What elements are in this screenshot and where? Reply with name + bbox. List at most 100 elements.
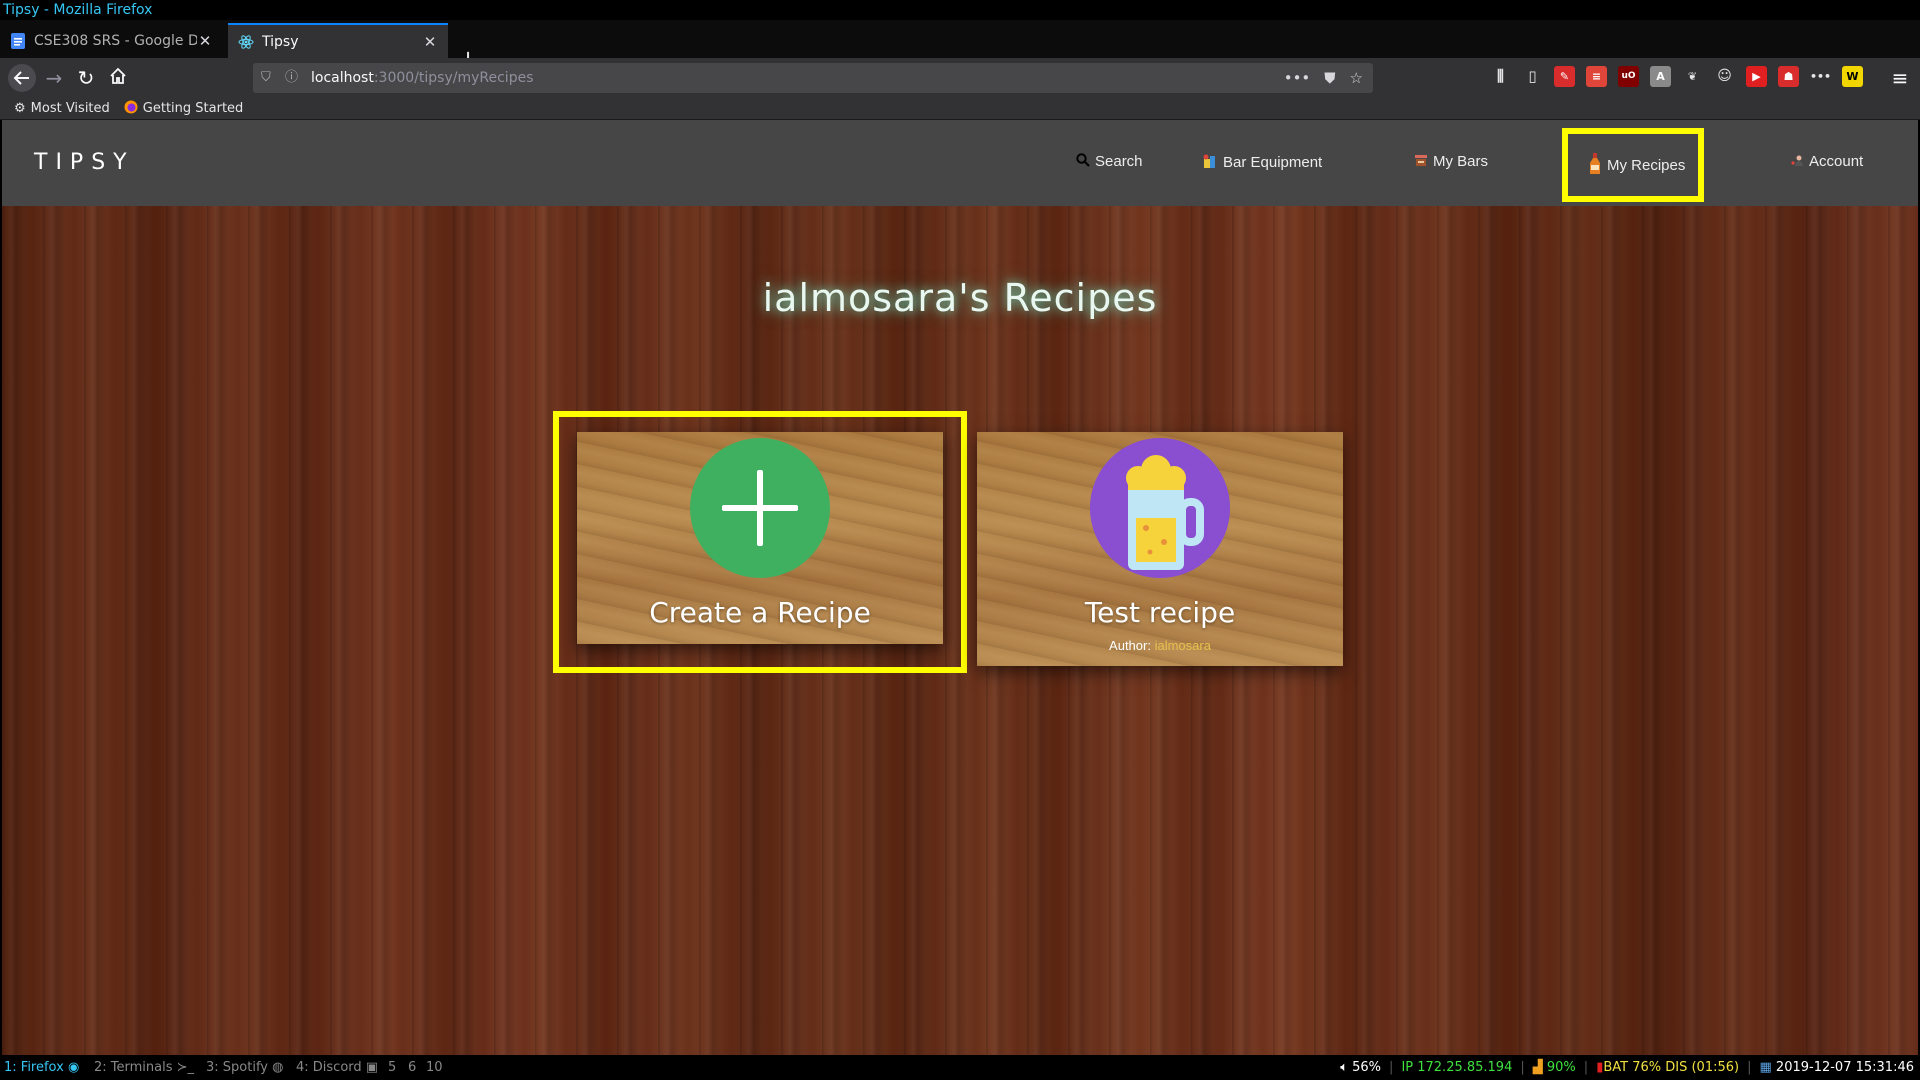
recipe-author: Author: ialmosara: [977, 638, 1343, 653]
react-icon: [238, 34, 254, 50]
battery-value: BAT 76% DIS (01:56): [1603, 1060, 1740, 1075]
window-title: Tipsy - Mozilla Firefox: [0, 0, 1920, 20]
workspace-2[interactable]: 2: Terminals ≻_: [94, 1056, 194, 1080]
nav-account-label: Account: [1809, 153, 1864, 170]
search-icon: [1076, 153, 1090, 170]
site-logo[interactable]: TIPSY: [34, 150, 135, 175]
workspace-4[interactable]: 4: Discord ▣: [296, 1056, 378, 1080]
tab-label: Tipsy: [262, 33, 299, 50]
nav-my-bars-label: My Bars: [1433, 153, 1489, 170]
terminal-icon: ≻_: [176, 1060, 195, 1075]
extension-icons: ⫼ ▯ ✎ ≡ uO A ❦ ☺ ▶ ☗ ••• W: [1490, 66, 1863, 87]
workspace-3[interactable]: 3: Spotify ◍: [206, 1056, 283, 1080]
bookmark-star-icon[interactable]: ☆: [1350, 63, 1363, 93]
beer-mug-icon: [1090, 438, 1230, 578]
recipe-card[interactable]: Test recipe Author: ialmosara: [977, 432, 1343, 666]
page-actions-icon[interactable]: •••: [1284, 63, 1311, 93]
url-bar[interactable]: ⛉ ⓘ localhost:3000/tipsy/myRecipes ••• ⛊…: [253, 63, 1373, 93]
bookmark-getting-started[interactable]: Getting Started: [124, 100, 244, 118]
site-info-icon[interactable]: ⓘ: [285, 63, 298, 93]
calendar-icon: ▦: [1759, 1060, 1772, 1075]
bookmark-most-visited[interactable]: ⚙ Most Visited: [14, 101, 110, 116]
nav-bar-equipment[interactable]: Bar Equipment: [1202, 153, 1322, 172]
forward-button[interactable]: →: [38, 62, 70, 94]
workspace-label: 3: Spotify: [206, 1060, 268, 1075]
url-path: :3000/tipsy/myRecipes: [373, 70, 534, 86]
home-button[interactable]: [102, 62, 134, 94]
workspace-label: 4: Discord: [296, 1060, 362, 1075]
account-extension-icon[interactable]: ☺: [1714, 66, 1735, 87]
wifi-icon: ▟: [1532, 1060, 1543, 1075]
bookmark-label: Most Visited: [30, 101, 110, 116]
wifi-value: 90%: [1546, 1060, 1576, 1075]
close-tab-icon[interactable]: ✕: [197, 32, 213, 50]
ublock-extension-icon[interactable]: uO: [1618, 66, 1639, 87]
workspace-label: 2: Terminals: [94, 1060, 173, 1075]
back-arrow-icon: [8, 64, 36, 92]
status-indicators: 🔈︎ 56% | IP 172.25.85.194 | ▟ 90% | ▮BAT…: [1340, 1056, 1914, 1080]
web-page: TIPSY Search Bar Equipment My Bars My Re…: [2, 120, 1918, 1055]
reload-button[interactable]: ↻: [70, 62, 102, 94]
bookmarks-toolbar: ⚙ Most Visited Getting Started: [0, 98, 1920, 120]
w-extension-icon[interactable]: W: [1842, 66, 1863, 87]
nav-my-bars[interactable]: My Bars: [1414, 153, 1488, 170]
system-status-bar: 1: Firefox ◉ 2: Terminals ≻_ 3: Spotify …: [0, 1056, 1920, 1080]
volume-value: 56%: [1352, 1060, 1382, 1075]
nav-search-label: Search: [1095, 153, 1143, 170]
workspace-label: 1: Firefox: [4, 1060, 64, 1075]
sidebar-icon[interactable]: ▯: [1522, 66, 1543, 87]
tab-strip: CSE308 SRS - Google Doc ✕ Tipsy ✕ +: [0, 20, 1920, 73]
pocket-icon[interactable]: ⛊: [1324, 63, 1335, 93]
author-name-link[interactable]: ialmosara: [1155, 638, 1211, 653]
my-recipes-highlight: [1562, 128, 1704, 202]
ghost-extension-icon[interactable]: ☗: [1778, 66, 1799, 87]
generic-extension-icon[interactable]: A: [1650, 66, 1671, 87]
nav-search[interactable]: Search: [1076, 153, 1143, 170]
discord-icon: ▣: [365, 1060, 379, 1075]
url-text: localhost:3000/tipsy/myRecipes: [311, 63, 533, 93]
speaker-icon: 🔈︎: [1340, 1060, 1348, 1075]
nav-toolbar: → ↻ ⛉ ⓘ localhost:3000/tipsy/myRecipes •…: [0, 58, 1920, 98]
overflow-menu-icon[interactable]: •••: [1810, 66, 1831, 87]
tracking-shield-icon[interactable]: ⛉: [261, 63, 271, 93]
spotify-icon: ◍: [272, 1060, 284, 1075]
hamburger-menu-icon[interactable]: ≡: [1884, 62, 1916, 94]
ip-status: IP 172.25.85.194: [1401, 1060, 1513, 1075]
home-icon: [110, 67, 126, 84]
tab-google-doc[interactable]: CSE308 SRS - Google Doc ✕: [0, 23, 223, 58]
todoist-extension-icon[interactable]: ≡: [1586, 66, 1607, 87]
firefox-icon: ◉: [67, 1060, 80, 1075]
url-host: localhost: [311, 70, 374, 86]
datetime-value: 2019-12-07 15:31:46: [1775, 1060, 1914, 1075]
workspace-6[interactable]: 6: [408, 1056, 416, 1080]
tab-label: CSE308 SRS - Google Doc: [34, 32, 197, 49]
datetime-status: ▦ 2019-12-07 15:31:46: [1759, 1056, 1914, 1080]
battery-status: ▮BAT 76% DIS (01:56): [1596, 1056, 1739, 1080]
tab-tipsy[interactable]: Tipsy ✕: [228, 23, 448, 58]
youtube-extension-icon[interactable]: ▶: [1746, 66, 1767, 87]
close-tab-icon[interactable]: ✕: [422, 33, 438, 51]
wifi-status: ▟ 90%: [1533, 1056, 1576, 1080]
nav-bar-equipment-label: Bar Equipment: [1223, 154, 1323, 171]
bar-counter-icon: [1414, 153, 1428, 170]
workspace-5[interactable]: 5: [388, 1056, 396, 1080]
back-button[interactable]: [6, 62, 38, 94]
nav-account[interactable]: Account: [1790, 153, 1863, 170]
google-docs-icon: [10, 32, 26, 49]
shaker-icon: [1202, 153, 1218, 172]
page-title: ialmosara's Recipes: [762, 276, 1158, 320]
workspace-1[interactable]: 1: Firefox ◉: [4, 1056, 79, 1080]
recipe-title: Test recipe: [1084, 596, 1236, 629]
bookmark-label: Getting Started: [142, 101, 244, 116]
gear-icon: ⚙: [14, 101, 26, 116]
author-label: Author:: [1109, 638, 1151, 653]
workspace-10[interactable]: 10: [426, 1056, 443, 1080]
leaf-extension-icon[interactable]: ❦: [1682, 66, 1703, 87]
library-icon[interactable]: ⫼: [1490, 66, 1511, 87]
site-header: TIPSY Search Bar Equipment My Bars My Re…: [2, 120, 1918, 206]
volume-status: 🔈︎ 56%: [1340, 1056, 1381, 1080]
pen-extension-icon[interactable]: ✎: [1554, 66, 1575, 87]
firefox-icon: [124, 100, 138, 118]
account-icon: [1790, 153, 1804, 170]
create-recipe-highlight: [553, 411, 967, 673]
